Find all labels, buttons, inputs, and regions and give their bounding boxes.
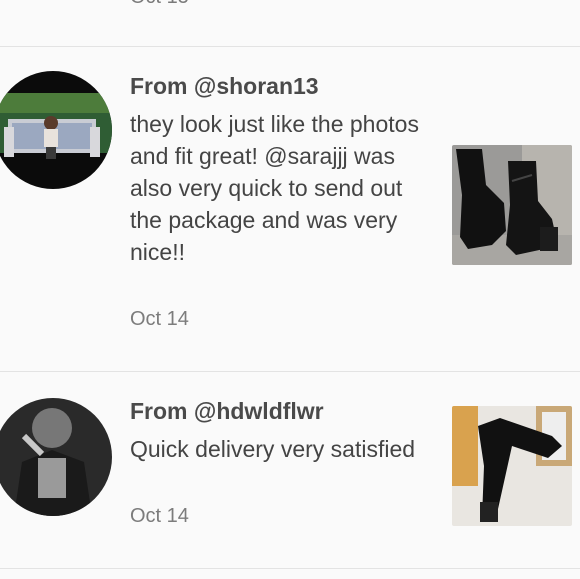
review-item: From @shoran13 they look just like the p… — [0, 47, 580, 371]
review-item: From @hdwldflwr Quick delivery very sati… — [0, 372, 580, 568]
review-date: Oct 14 — [130, 505, 189, 527]
reviews-page: Oct 15 From @shoran13 they look just lik… — [0, 0, 580, 579]
reviewer-avatar[interactable] — [0, 71, 112, 189]
review-author[interactable]: From @hdwldflwr — [130, 398, 324, 425]
review-date: Oct 14 — [130, 308, 189, 330]
review-author[interactable]: From @shoran13 — [130, 73, 319, 100]
divider — [0, 568, 580, 569]
reviewer-avatar[interactable] — [0, 398, 112, 516]
review-text: Quick delivery very satisfied — [130, 436, 416, 462]
review-photo-thumbnail[interactable] — [452, 145, 572, 265]
review-text: they look just like the photos and fit g… — [130, 111, 419, 265]
previous-review-date: Oct 15 — [130, 0, 189, 9]
review-photo-thumbnail[interactable] — [452, 406, 572, 526]
